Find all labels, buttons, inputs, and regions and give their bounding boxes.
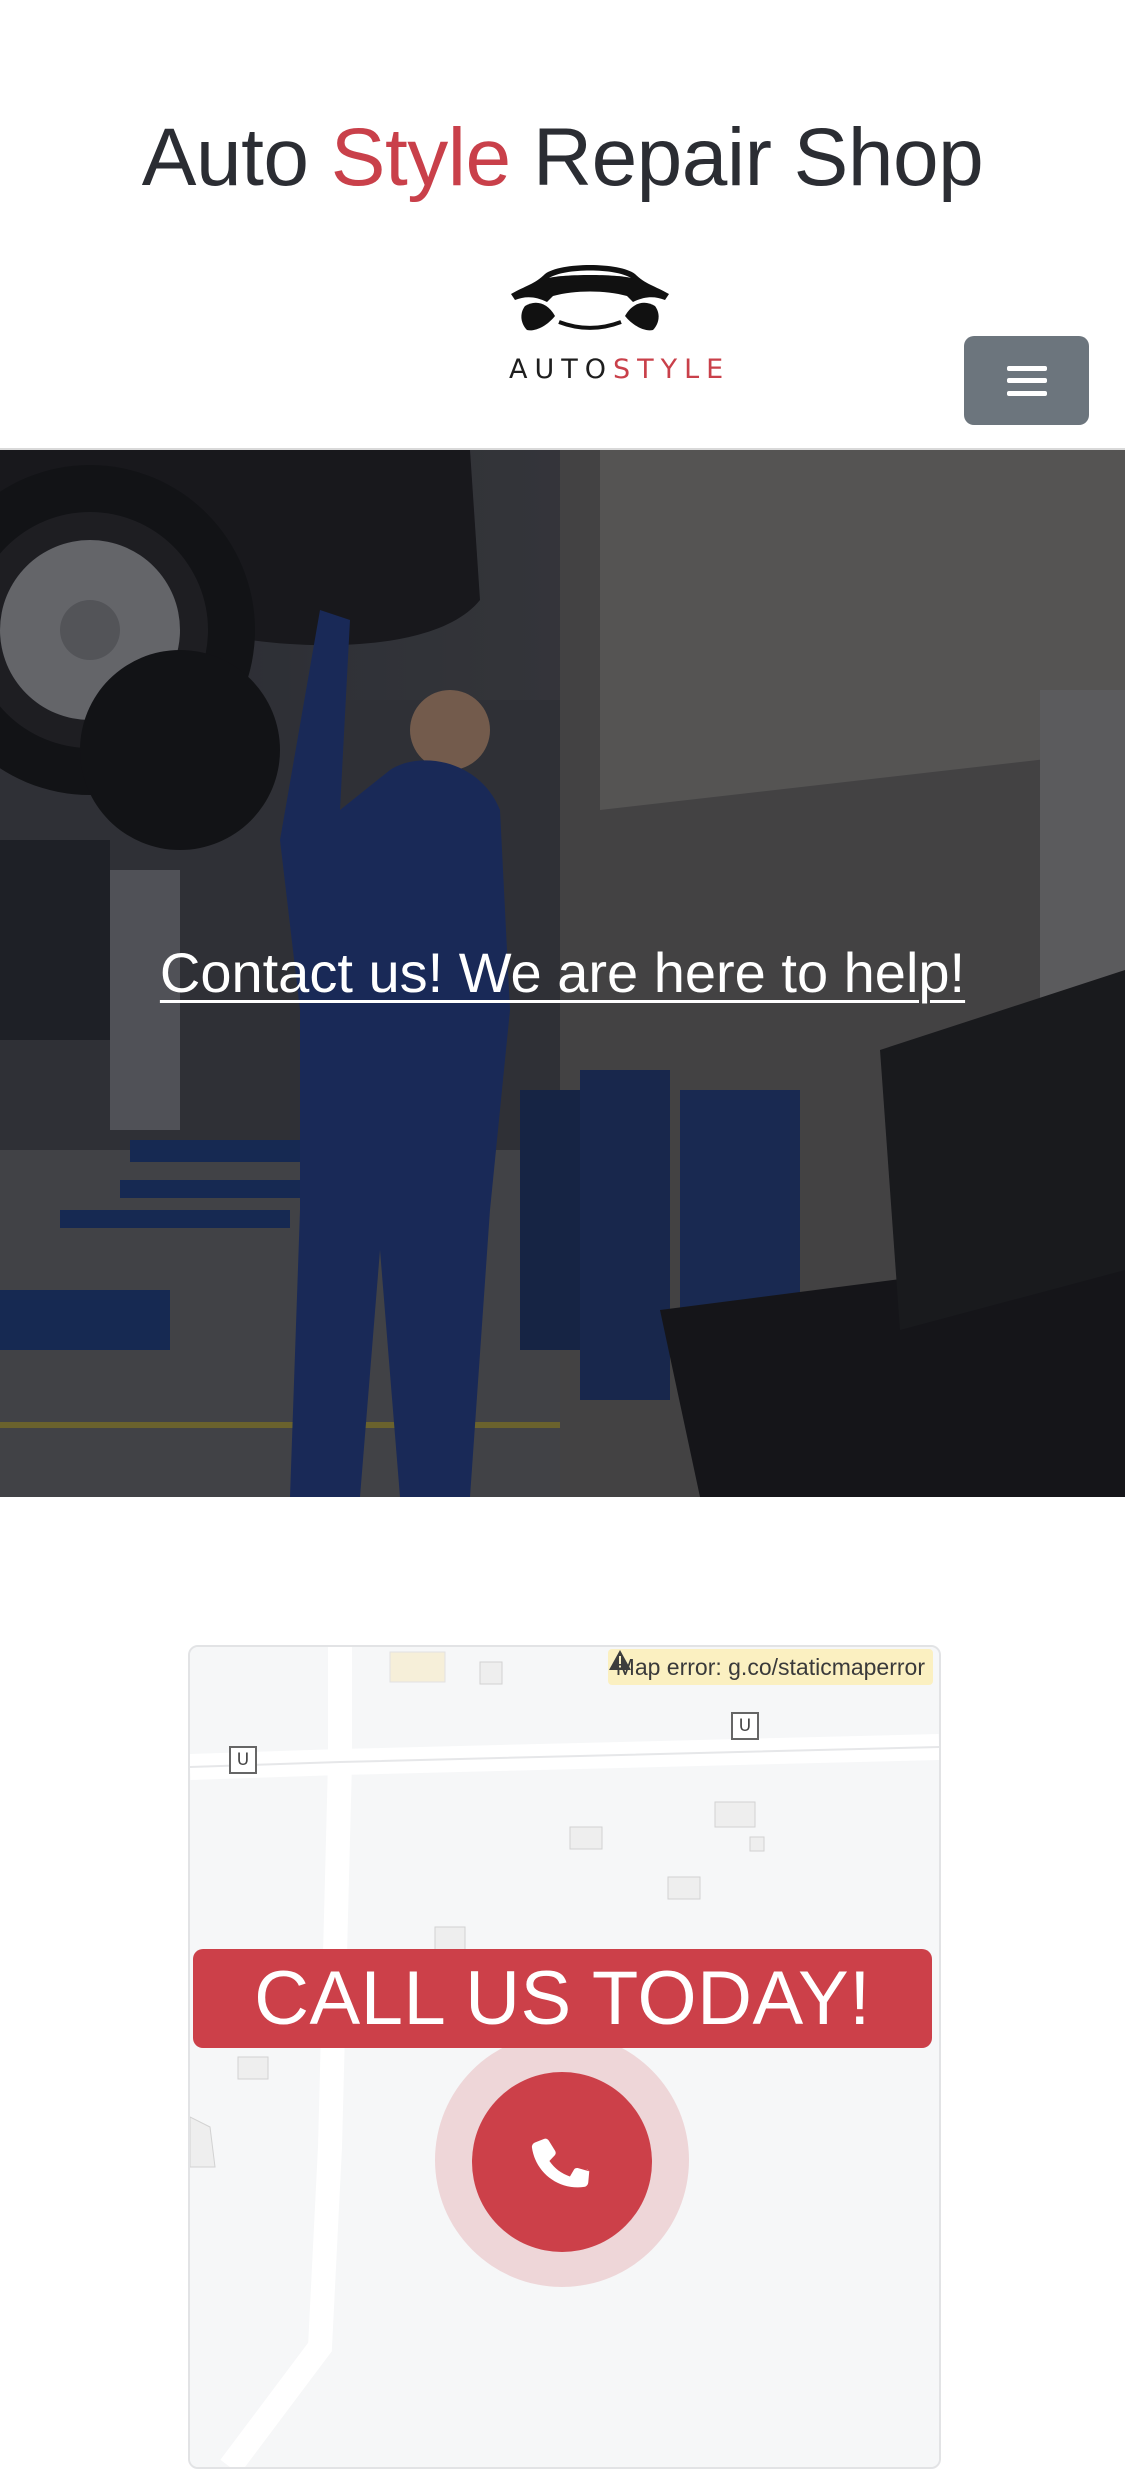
menu-toggle-button[interactable] — [964, 336, 1089, 425]
title-part-auto: Auto — [141, 112, 331, 203]
warning-icon — [608, 1650, 631, 1670]
contact-us-link[interactable]: Contact us! We are here to help! — [0, 940, 1125, 1005]
logo-word-auto: AUTO — [509, 354, 613, 385]
map-error-notice: Map error: g.co/staticmaperror — [607, 1649, 933, 1685]
marker-u-label-right: U — [738, 1716, 752, 1736]
phone-icon — [531, 2138, 590, 2188]
hero-section: Contact us! We are here to help! — [0, 450, 1125, 1497]
marker-u-label-left: U — [236, 1750, 250, 1770]
call-phone-button[interactable] — [472, 2072, 652, 2252]
site-header: Auto Style Repair Shop AUTOSTYLE — [0, 0, 1125, 450]
site-title: Auto Style Repair Shop — [0, 108, 1125, 208]
autostyle-logo[interactable]: AUTOSTYLE — [505, 256, 723, 386]
title-part-style: Style — [330, 112, 511, 203]
logo-wordmark: AUTOSTYLE — [509, 354, 730, 385]
map-error-text: Map error: g.co/staticmaperror — [615, 1653, 925, 1680]
title-part-repair-shop: Repair Shop — [510, 112, 984, 203]
hamburger-icon — [1006, 365, 1047, 396]
logo-word-style: STYLE — [612, 354, 731, 385]
